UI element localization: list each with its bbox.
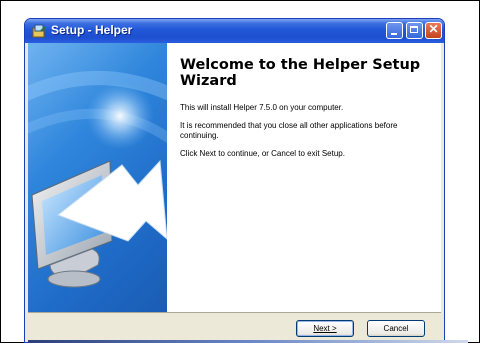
- close-apps-text: It is recommended that you close all oth…: [180, 121, 398, 140]
- page-title: Welcome to the Helper Setup Wizard: [180, 57, 421, 89]
- setup-installer-icon: [32, 24, 46, 38]
- window-title: Setup - Helper: [51, 23, 133, 37]
- monitor-with-arrow-illustration: [28, 71, 167, 288]
- wizard-body: Welcome to the Helper Setup Wizard This …: [28, 43, 441, 312]
- welcome-content: Welcome to the Helper Setup Wizard This …: [180, 57, 435, 167]
- next-button[interactable]: Next >: [296, 320, 354, 337]
- minimize-icon[interactable]: [386, 22, 403, 39]
- setup-window: Setup - Helper ✕ Welcome to the Helper S…: [24, 18, 445, 343]
- title-bar[interactable]: Setup - Helper ✕: [25, 19, 444, 43]
- install-info-text: This will install Helper 7.5.0 on your c…: [180, 103, 344, 112]
- next-button-label: Next >: [313, 324, 337, 333]
- wizard-banner: [28, 43, 167, 312]
- button-bar: Next > Cancel: [28, 312, 441, 342]
- maximize-icon[interactable]: [406, 22, 423, 39]
- close-icon[interactable]: ✕: [425, 22, 442, 39]
- cancel-button[interactable]: Cancel: [367, 320, 425, 337]
- continue-instructions-text: Click Next to continue, or Cancel to exi…: [180, 149, 345, 158]
- background-taskbar-strip: [28, 340, 468, 343]
